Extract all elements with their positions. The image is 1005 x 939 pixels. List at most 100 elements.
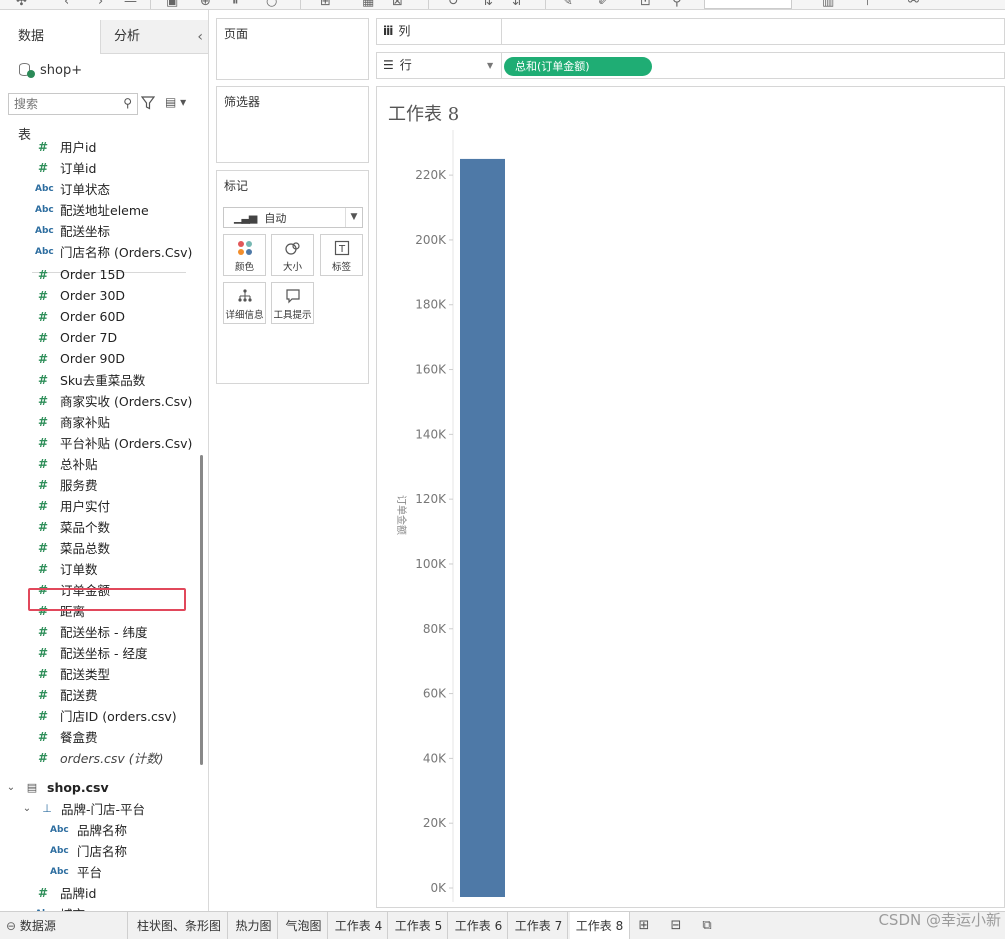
search-input[interactable]: [9, 94, 109, 114]
field-item[interactable]: Abc 平台: [0, 861, 200, 882]
duplicate-icon[interactable]: ▦: [362, 0, 374, 9]
view-options-icon[interactable]: ▤ ▾: [165, 95, 186, 109]
minus-icon[interactable]: —: [124, 0, 137, 9]
new-dashboard-icon[interactable]: ⊟: [667, 917, 685, 935]
refresh-icon[interactable]: ○: [266, 0, 277, 9]
field-item[interactable]: # Order 30D: [0, 285, 200, 306]
color-button[interactable]: 颜色: [223, 234, 266, 276]
sheet-tab[interactable]: 柱状图、条形图: [131, 912, 228, 939]
scrollbar[interactable]: [200, 455, 203, 765]
field-item[interactable]: # 平台补贴 (Orders.Csv): [0, 432, 200, 453]
presentation-icon[interactable]: ⊤: [862, 0, 873, 9]
field-item[interactable]: # 配送费: [0, 684, 200, 705]
field-item[interactable]: # 配送坐标 - 纬度: [0, 621, 200, 642]
field-item[interactable]: Abc 订单状态: [0, 178, 200, 199]
tableau-logo-icon[interactable]: ✣: [16, 0, 27, 9]
tooltip-button[interactable]: 工具提示: [271, 282, 314, 324]
pin-icon[interactable]: ⚲: [672, 0, 682, 9]
field-item[interactable]: # 菜品总数: [0, 537, 200, 558]
field-item[interactable]: Abc 门店名称 (Orders.Csv): [0, 241, 200, 262]
label-button[interactable]: T 标签: [320, 234, 363, 276]
back-icon[interactable]: ‹: [64, 0, 69, 9]
field-item[interactable]: Abc 门店名称: [0, 840, 200, 861]
clear-sheet-icon[interactable]: ⊠: [392, 0, 403, 9]
field-item[interactable]: # 订单id: [0, 157, 200, 178]
new-story-icon[interactable]: ⧉: [698, 917, 716, 935]
tab-data[interactable]: 数据: [0, 20, 100, 54]
pages-card[interactable]: 页面: [216, 18, 369, 80]
field-item[interactable]: Abc 城市: [0, 903, 200, 911]
field-item[interactable]: # Order 15D: [0, 264, 200, 285]
search-box[interactable]: ⚲: [8, 93, 138, 115]
sheet-tab[interactable]: 热力图: [230, 912, 278, 939]
fit-icon[interactable]: ⊡: [640, 0, 651, 9]
field-item[interactable]: # 品牌id: [0, 882, 200, 903]
detail-button[interactable]: 详细信息: [223, 282, 266, 324]
highlight-icon[interactable]: ✎: [562, 0, 573, 9]
hierarchy-row[interactable]: ⌄ ⊥ 品牌-门店-平台: [0, 798, 200, 819]
filter-icon[interactable]: [141, 96, 155, 110]
field-item[interactable]: # 服务费: [0, 474, 200, 495]
pause-icon[interactable]: ⏸: [232, 0, 239, 9]
field-item[interactable]: # Sku去重菜品数: [0, 369, 200, 390]
datasource-row[interactable]: shop+: [18, 60, 82, 80]
field-name: 配送费: [60, 688, 98, 703]
chevron-down-icon[interactable]: ⌄: [5, 782, 17, 793]
filters-card[interactable]: 筛选器: [216, 86, 369, 163]
field-item[interactable]: # 用户实付: [0, 495, 200, 516]
field-item[interactable]: # 门店ID (orders.csv): [0, 705, 200, 726]
field-item[interactable]: # Order 90D: [0, 348, 200, 369]
dimension-icon: Abc: [35, 246, 54, 257]
sheet-tab[interactable]: 工作表 4: [330, 912, 388, 939]
mark-type-dropdown[interactable]: ▁▃▅ 自动 ▼: [223, 207, 363, 228]
field-item[interactable]: # 商家补贴: [0, 411, 200, 432]
field-item[interactable]: # Order 7D: [0, 327, 200, 348]
columns-shelf[interactable]: iii 列: [376, 18, 1005, 45]
sheet-tab[interactable]: 工作表 6: [450, 912, 508, 939]
chevron-down-icon[interactable]: ▼: [345, 208, 362, 227]
sheet-tab[interactable]: 工作表 5: [390, 912, 448, 939]
datasource-name: shop+: [40, 62, 83, 78]
field-item[interactable]: Abc 品牌名称: [0, 819, 200, 840]
rows-shelf[interactable]: ☰ 行 ▼: [376, 52, 1005, 79]
table-shop[interactable]: ⌄ ▤ shop.csv: [0, 777, 200, 798]
chart-icon[interactable]: ▥: [822, 0, 834, 9]
field-item[interactable]: # 配送坐标 - 经度: [0, 642, 200, 663]
forward-icon[interactable]: ›: [98, 0, 103, 9]
pen-icon[interactable]: ✐: [598, 0, 609, 9]
field-item[interactable]: # orders.csv (计数): [0, 747, 200, 768]
field-item[interactable]: # 用户id: [0, 136, 200, 157]
sheet-tab[interactable]: 工作表 8: [570, 912, 630, 939]
field-item[interactable]: # 总补贴: [0, 453, 200, 474]
field-item[interactable]: # 菜品个数: [0, 516, 200, 537]
bar[interactable]: [460, 158, 505, 898]
field-item[interactable]: # 订单数: [0, 558, 200, 579]
field-item[interactable]: # 餐盒费: [0, 726, 200, 747]
chevron-down-icon[interactable]: ⌄: [21, 803, 33, 814]
sort-desc-icon[interactable]: ⇵: [512, 0, 523, 9]
sheet-tab[interactable]: 气泡图: [280, 912, 328, 939]
sheet-tab[interactable]: 工作表 7: [510, 912, 568, 939]
rows-pill[interactable]: 总和(订单金额): [504, 57, 652, 76]
sort-asc-icon[interactable]: ⇅: [482, 0, 493, 9]
measure-icon: #: [38, 666, 49, 681]
size-button[interactable]: 大小: [271, 234, 314, 276]
field-item[interactable]: Abc 配送坐标: [0, 220, 200, 241]
new-datasource-icon[interactable]: ⊕: [200, 0, 211, 9]
collapse-icon[interactable]: ‹: [197, 20, 203, 54]
new-sheet-icon[interactable]: ⊞: [320, 0, 331, 9]
new-worksheet-icon[interactable]: ⊞: [635, 917, 653, 935]
tab-analysis[interactable]: 分析 ‹: [100, 20, 208, 54]
datasource-tab[interactable]: ⊖ 数据源: [0, 912, 128, 939]
chevron-down-icon[interactable]: ▼: [487, 53, 493, 78]
field-item[interactable]: # Order 60D: [0, 306, 200, 327]
field-name: 总补贴: [60, 457, 98, 472]
field-item[interactable]: Abc 配送地址eleme: [0, 199, 200, 220]
field-item[interactable]: # 商家实收 (Orders.Csv): [0, 390, 200, 411]
field-name: 服务费: [60, 478, 98, 493]
fit-dropdown[interactable]: [704, 0, 792, 9]
field-item[interactable]: # 配送类型: [0, 663, 200, 684]
swap-icon[interactable]: ↺: [448, 0, 459, 9]
share-icon[interactable]: ⚯: [908, 0, 919, 9]
save-icon[interactable]: ▣: [166, 0, 178, 9]
